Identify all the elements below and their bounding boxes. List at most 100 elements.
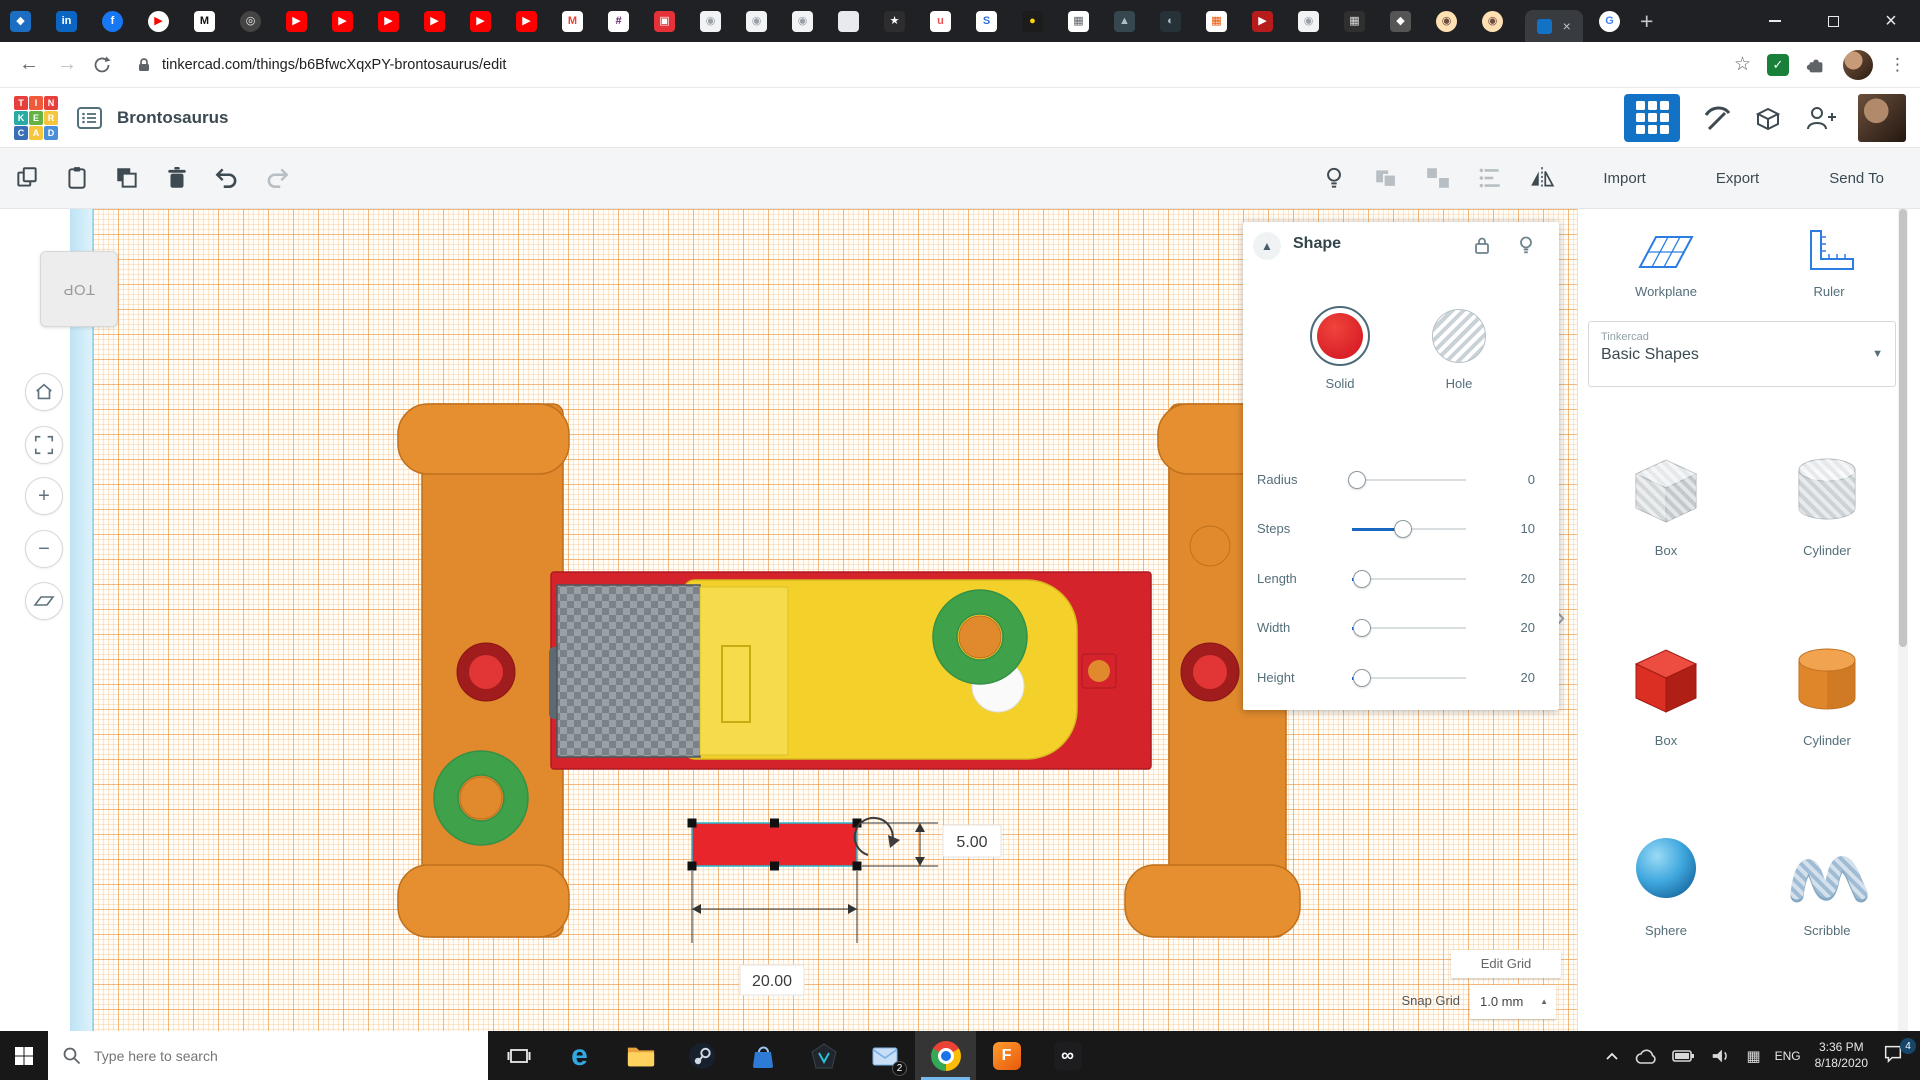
browser-profile-avatar[interactable] bbox=[1843, 50, 1873, 80]
adblock-extension-icon[interactable]: ✓ bbox=[1767, 54, 1789, 76]
sidebar-scrollbar[interactable] bbox=[1898, 209, 1908, 1031]
mail-icon[interactable]: 2 bbox=[854, 1031, 915, 1080]
browser-tab[interactable]: f bbox=[102, 11, 123, 32]
shape-cylinder-hole[interactable]: Cylinder bbox=[1757, 437, 1897, 558]
slider-value[interactable]: 20 bbox=[1521, 620, 1535, 635]
scrollbar-thumb[interactable] bbox=[1899, 209, 1907, 647]
browser-tab[interactable]: ▶ bbox=[516, 11, 537, 32]
browser-tab[interactable]: ● bbox=[1022, 11, 1043, 32]
browser-tab[interactable]: ▶ bbox=[424, 11, 445, 32]
browser-tab[interactable]: ▦ bbox=[1344, 11, 1365, 32]
tab-close-icon[interactable]: × bbox=[1563, 18, 1571, 34]
snap-grid-dropdown[interactable]: 1.0 mm ▲ bbox=[1470, 985, 1556, 1019]
lock-icon[interactable] bbox=[1471, 234, 1493, 256]
design-title[interactable]: Brontosaurus bbox=[117, 108, 228, 128]
browser-tab[interactable]: ▶ bbox=[286, 11, 307, 32]
new-tab-button[interactable]: + bbox=[1640, 8, 1653, 35]
panel-collapse-button[interactable]: ▲ bbox=[1253, 232, 1281, 260]
slider-value[interactable]: 20 bbox=[1521, 571, 1535, 586]
browser-tab[interactable]: ▶ bbox=[470, 11, 491, 32]
shape-cylinder-orange[interactable]: Cylinder bbox=[1757, 627, 1897, 748]
design-canvas[interactable]: TOP + − bbox=[0, 209, 1577, 1031]
shape-sphere[interactable]: Sphere bbox=[1596, 817, 1736, 938]
slider-knob[interactable] bbox=[1353, 619, 1371, 637]
snap-grid-caret-icon[interactable]: ▲ bbox=[1540, 985, 1548, 1019]
browser-tab[interactable]: ◉ bbox=[1436, 11, 1457, 32]
undo-icon[interactable] bbox=[214, 165, 240, 191]
duplicate-icon[interactable] bbox=[114, 165, 140, 191]
slider-track[interactable] bbox=[1352, 479, 1466, 481]
fl-studio-icon[interactable]: F bbox=[976, 1031, 1037, 1080]
browser-tab-google[interactable]: G bbox=[1599, 11, 1620, 32]
battery-icon[interactable] bbox=[1672, 1046, 1696, 1066]
chrome-icon[interactable] bbox=[915, 1031, 976, 1080]
touch-keyboard-icon[interactable]: ▦ bbox=[1746, 1047, 1760, 1065]
view-cube[interactable]: TOP bbox=[40, 251, 118, 327]
ungroup-icon[interactable] bbox=[1425, 165, 1451, 191]
start-button[interactable] bbox=[0, 1031, 48, 1080]
browser-tab[interactable] bbox=[838, 11, 859, 32]
workplane-tool[interactable]: Workplane bbox=[1596, 223, 1736, 299]
slider-knob[interactable] bbox=[1394, 520, 1412, 538]
browser-tab[interactable]: ◆ bbox=[1390, 11, 1411, 32]
file-explorer-icon[interactable] bbox=[610, 1031, 671, 1080]
browser-tab[interactable]: ◉ bbox=[1298, 11, 1319, 32]
taskbar-search[interactable] bbox=[48, 1031, 488, 1080]
edge-icon[interactable]: e bbox=[549, 1031, 610, 1080]
padlock-icon[interactable] bbox=[136, 57, 152, 73]
forward-icon[interactable]: → bbox=[54, 53, 80, 76]
edit-grid-button[interactable]: Edit Grid bbox=[1451, 950, 1561, 978]
browser-tab[interactable]: ◉ bbox=[792, 11, 813, 32]
tinkercad-logo[interactable]: T I N K E R C A D bbox=[14, 96, 58, 140]
steam-icon[interactable] bbox=[671, 1031, 732, 1080]
slider-value[interactable]: 0 bbox=[1528, 472, 1535, 487]
predator-icon[interactable] bbox=[793, 1031, 854, 1080]
browser-tab[interactable]: ◆ bbox=[10, 11, 31, 32]
browser-tab[interactable]: ★ bbox=[884, 11, 905, 32]
delete-icon[interactable] bbox=[164, 165, 190, 191]
dashboard-grid-button[interactable] bbox=[1624, 94, 1680, 142]
store-bag-icon[interactable] bbox=[732, 1031, 793, 1080]
browser-tab[interactable]: u bbox=[930, 11, 951, 32]
minecraft-pickaxe-icon[interactable] bbox=[1700, 102, 1732, 134]
back-icon[interactable]: ← bbox=[16, 53, 42, 76]
slider-value[interactable]: 10 bbox=[1521, 521, 1535, 536]
fit-view-button[interactable] bbox=[25, 426, 63, 464]
align-icon[interactable] bbox=[1477, 165, 1503, 191]
copy-icon[interactable] bbox=[14, 165, 40, 191]
browser-tab[interactable]: ◉ bbox=[1482, 11, 1503, 32]
shape-box-hole[interactable]: Box bbox=[1596, 437, 1736, 558]
taskbar-search-input[interactable] bbox=[92, 1047, 422, 1065]
volume-icon[interactable] bbox=[1710, 1045, 1732, 1067]
browser-tab[interactable]: M bbox=[194, 11, 215, 32]
onedrive-cloud-icon[interactable] bbox=[1634, 1046, 1658, 1066]
action-center-button[interactable]: 4 bbox=[1882, 1042, 1910, 1069]
mirror-icon[interactable] bbox=[1529, 165, 1555, 191]
hide-bulb-icon[interactable] bbox=[1515, 234, 1537, 256]
browser-tab[interactable]: ◉ bbox=[746, 11, 767, 32]
browser-tab[interactable]: ▶ bbox=[1252, 11, 1273, 32]
browser-tab[interactable]: ▶ bbox=[378, 11, 399, 32]
browser-tab[interactable]: ◉ bbox=[700, 11, 721, 32]
solid-swatch[interactable] bbox=[1317, 313, 1363, 359]
browser-tab[interactable]: ▶ bbox=[332, 11, 353, 32]
bookmark-star-icon[interactable]: ☆ bbox=[1734, 53, 1751, 76]
browser-tab[interactable]: M bbox=[562, 11, 583, 32]
close-button[interactable]: × bbox=[1862, 0, 1920, 42]
shape-category-dropdown[interactable]: Tinkercad Basic Shapes ▼ bbox=[1588, 321, 1896, 387]
slider-knob[interactable] bbox=[1348, 471, 1366, 489]
brick-block-icon[interactable] bbox=[1752, 102, 1784, 134]
browser-tab[interactable]: # bbox=[608, 11, 629, 32]
browser-tab[interactable]: ◐ bbox=[1160, 11, 1181, 32]
shape-scribble[interactable]: Scribble bbox=[1757, 817, 1897, 938]
maximize-button[interactable] bbox=[1804, 0, 1862, 42]
slider-knob[interactable] bbox=[1353, 570, 1371, 588]
browser-tab[interactable]: ▣ bbox=[654, 11, 675, 32]
paste-icon[interactable] bbox=[64, 165, 90, 191]
minimize-button[interactable] bbox=[1746, 0, 1804, 42]
zoom-in-button[interactable]: + bbox=[25, 477, 63, 515]
user-avatar[interactable] bbox=[1858, 94, 1906, 142]
browser-tab[interactable]: ◎ bbox=[240, 11, 261, 32]
slider-value[interactable]: 20 bbox=[1521, 670, 1535, 685]
home-view-button[interactable] bbox=[25, 373, 63, 411]
